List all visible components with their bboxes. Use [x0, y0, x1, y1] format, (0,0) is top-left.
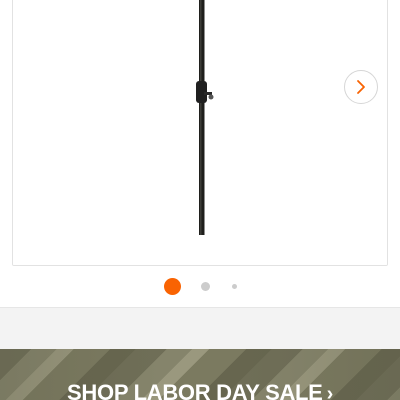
chevron-right-icon: › [326, 383, 334, 400]
carousel-dot-2[interactable] [200, 281, 210, 291]
promo-label: SHOP LABOR DAY SALE [67, 380, 323, 400]
labor-day-sale-banner[interactable]: SHOP LABOR DAY SALE › [0, 349, 400, 400]
product-image[interactable] [13, 0, 388, 266]
carousel-pagination [0, 277, 400, 295]
umbrella-pole [199, 0, 205, 235]
carousel-dot-1[interactable] [163, 277, 181, 295]
promo-link[interactable]: SHOP LABOR DAY SALE › [0, 381, 400, 400]
carousel-dot-3[interactable] [231, 283, 237, 289]
product-image-card[interactable] [12, 0, 388, 266]
spacer-band [0, 308, 400, 349]
chevron-right-icon [357, 80, 365, 94]
next-image-button[interactable] [344, 70, 378, 104]
